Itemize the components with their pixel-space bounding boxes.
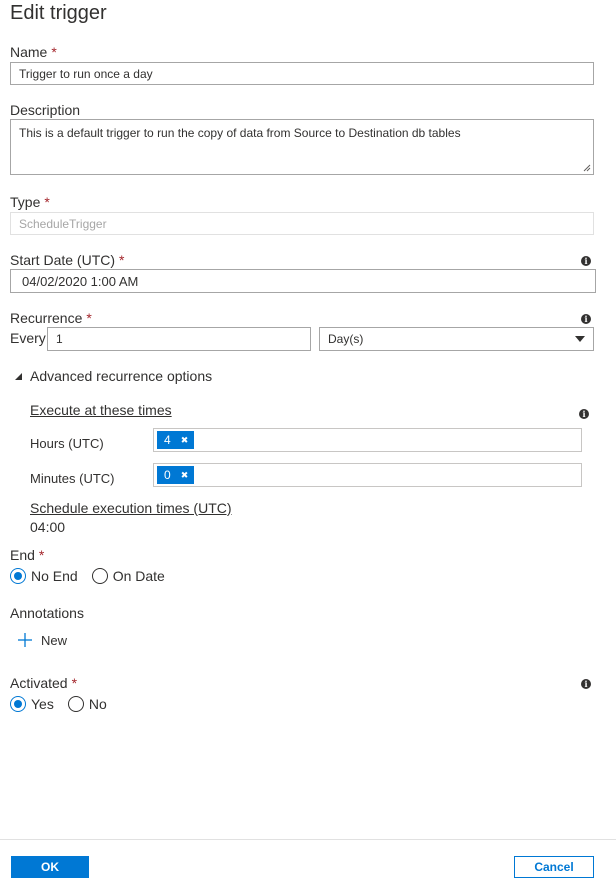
minutes-chip-value: 0 bbox=[164, 468, 171, 482]
radio-on-date-label[interactable]: On Date bbox=[113, 568, 165, 584]
type-label-text: Type bbox=[10, 194, 41, 210]
activated-label-text: Activated bbox=[10, 675, 68, 691]
name-input-value: Trigger to run once a day bbox=[19, 66, 153, 81]
name-label: Name * bbox=[10, 44, 57, 60]
recurrence-unit-select[interactable]: Day(s) bbox=[319, 327, 594, 351]
name-label-text: Name bbox=[10, 44, 48, 60]
required-marker: * bbox=[86, 310, 92, 326]
required-marker: * bbox=[38, 547, 45, 563]
footer-divider bbox=[0, 839, 616, 840]
hours-chip-value: 4 bbox=[164, 433, 171, 447]
description-textarea[interactable]: This is a default trigger to run the cop… bbox=[10, 119, 594, 175]
execute-times-link[interactable]: Execute at these times bbox=[30, 402, 172, 418]
start-date-input[interactable]: 04/02/2020 1:00 AM bbox=[10, 269, 596, 293]
recurrence-label: Recurrence * bbox=[10, 310, 92, 326]
radio-no-end-label[interactable]: No End bbox=[31, 568, 78, 584]
close-icon[interactable]: ✖ bbox=[181, 470, 189, 481]
hours-tag-picker[interactable]: 4 ✖ bbox=[153, 428, 582, 452]
name-input[interactable]: Trigger to run once a day bbox=[10, 62, 594, 85]
schedule-execution-value: 04:00 bbox=[30, 519, 66, 535]
start-date-label: Start Date (UTC) * bbox=[10, 252, 124, 268]
end-radio-group: No End On Date bbox=[10, 568, 179, 584]
minutes-chip: 0 ✖ bbox=[157, 466, 195, 484]
minutes-label: Minutes (UTC) bbox=[30, 471, 115, 486]
resize-handle-icon[interactable] bbox=[583, 164, 591, 172]
radio-no[interactable] bbox=[67, 696, 84, 712]
radio-yes-label[interactable]: Yes bbox=[31, 696, 54, 712]
info-icon[interactable]: i bbox=[579, 409, 589, 419]
ok-button[interactable]: OK bbox=[11, 856, 89, 878]
radio-yes[interactable] bbox=[10, 696, 26, 712]
minutes-tag-picker[interactable]: 0 ✖ bbox=[153, 463, 582, 487]
annotations-label: Annotations bbox=[10, 605, 84, 621]
required-marker: * bbox=[51, 44, 57, 60]
type-label: Type * bbox=[10, 194, 50, 210]
activated-radio-group: Yes No bbox=[10, 696, 121, 712]
radio-on-date[interactable] bbox=[91, 568, 108, 584]
recurrence-interval-input[interactable]: 1 bbox=[47, 327, 311, 351]
info-icon[interactable]: i bbox=[581, 256, 591, 266]
activated-label: Activated * bbox=[10, 675, 77, 691]
description-label: Description bbox=[10, 102, 81, 118]
required-marker: * bbox=[71, 675, 78, 691]
type-input: ScheduleTrigger bbox=[10, 212, 594, 235]
caret-down-icon bbox=[575, 336, 585, 342]
start-date-label-text: Start Date (UTC) bbox=[10, 252, 116, 268]
add-annotation-button[interactable]: New bbox=[17, 632, 67, 648]
hours-label: Hours (UTC) bbox=[30, 436, 104, 451]
type-input-value: ScheduleTrigger bbox=[19, 216, 107, 231]
end-label: End * bbox=[10, 547, 44, 563]
panel-title: Edit trigger bbox=[10, 2, 107, 24]
required-marker: * bbox=[44, 194, 50, 210]
cancel-button[interactable]: Cancel bbox=[514, 856, 594, 878]
recurrence-unit-value: Day(s) bbox=[328, 332, 364, 346]
end-label-text: End bbox=[10, 547, 35, 563]
hours-chip: 4 ✖ bbox=[157, 431, 195, 449]
info-icon[interactable]: i bbox=[581, 679, 591, 689]
radio-no-label[interactable]: No bbox=[89, 696, 107, 712]
every-label: Every bbox=[10, 330, 46, 346]
close-icon[interactable]: ✖ bbox=[181, 435, 189, 446]
recurrence-interval-value: 1 bbox=[56, 332, 63, 346]
description-value: This is a default trigger to run the cop… bbox=[19, 126, 461, 140]
advanced-options-label: Advanced recurrence options bbox=[30, 368, 213, 384]
schedule-execution-link[interactable]: Schedule execution times (UTC) bbox=[30, 500, 232, 516]
info-icon[interactable]: i bbox=[581, 314, 591, 324]
start-date-value: 04/02/2020 1:00 AM bbox=[22, 273, 139, 289]
triangle-expanded-icon bbox=[15, 372, 22, 380]
required-marker: * bbox=[119, 252, 125, 268]
add-annotation-label: New bbox=[41, 632, 68, 648]
plus-icon bbox=[18, 633, 32, 647]
recurrence-label-text: Recurrence bbox=[10, 310, 83, 326]
radio-no-end[interactable] bbox=[10, 568, 26, 584]
advanced-options-toggle[interactable]: Advanced recurrence options bbox=[15, 368, 212, 384]
